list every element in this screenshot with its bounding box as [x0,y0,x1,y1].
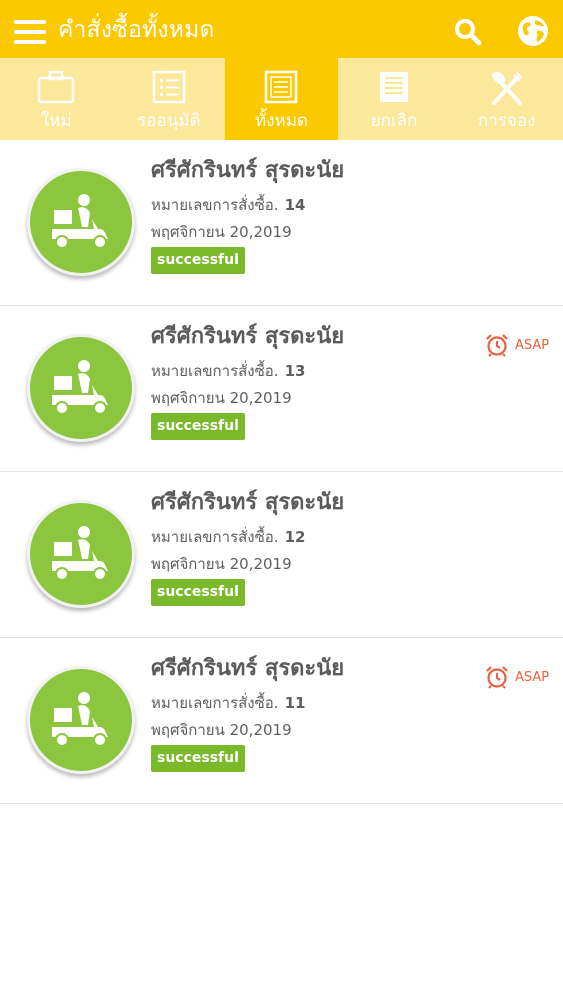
search-icon[interactable] [453,17,483,47]
document-icon [265,70,298,104]
status-badge: successful [151,247,245,274]
app-bar: คำสั่งซื้อทั้งหมด [0,0,563,58]
order-number-label: หมายเลขการสั่งซื้อ. [151,528,279,546]
globe-icon[interactable] [517,15,549,47]
order-number-line: หมายเลขการสั่งซื้อ. 12 [151,527,305,547]
order-date: พฤศจิกายน 20,2019 [151,555,292,573]
checklist-icon [152,70,186,104]
order-number-label: หมายเลขการสั่งซื้อ. [151,694,279,712]
order-number-line: หมายเลขการสั่งซื้อ. 11 [151,693,305,713]
order-card[interactable]: ศรีศักรินทร์ สุรดะนัย หมายเลขการสั่งซื้อ… [0,638,563,804]
alarm-clock-icon [486,334,508,357]
order-number-label: หมายเลขการสั่งซื้อ. [151,196,279,214]
customer-name: ศรีศักรินทร์ สุรดะนัย [151,490,345,515]
fork-spoon-icon [491,71,523,105]
delivery-avatar [27,666,135,774]
status-badge: successful [151,579,245,606]
order-date: พฤศจิกายน 20,2019 [151,389,292,407]
tab-label: ทั้งหมด [255,111,308,131]
delivery-avatar [27,168,135,276]
order-number-label: หมายเลขการสั่งซื้อ. [151,362,279,380]
asap-label: ASAP [515,337,550,353]
tab-label: รออนุมัติ [137,111,201,131]
alarm-clock-icon [486,666,508,689]
delivery-scooter-icon [52,692,108,747]
delivery-scooter-icon [52,360,108,415]
tab-label: ใหม่ [40,111,72,131]
asap-label: ASAP [515,669,550,685]
tab-cancelled[interactable]: ยกเลิก [338,58,451,140]
asap-indicator: ASAP [485,665,549,689]
customer-name: ศรีศักรินทร์ สุรดะนัย [151,158,345,183]
asap-indicator: ASAP [485,333,549,357]
order-date: พฤศจิกายน 20,2019 [151,721,292,739]
customer-name: ศรีศักรินทร์ สุรดะนัย [151,656,345,681]
tab-pending[interactable]: รออนุมัติ [113,58,226,140]
delivery-avatar [27,334,135,442]
status-badge: successful [151,413,245,440]
order-card[interactable]: ศรีศักรินทร์ สุรดะนัย หมายเลขการสั่งซื้อ… [0,140,563,306]
order-number: 13 [284,362,306,380]
tab-reservation[interactable]: การจอง [450,58,563,140]
order-list: ศรีศักรินทร์ สุรดะนัย หมายเลขการสั่งซื้อ… [0,140,563,804]
order-card[interactable]: ศรีศักรินทร์ สุรดะนัย หมายเลขการสั่งซื้อ… [0,306,563,472]
notepad-icon [380,72,409,102]
briefcase-icon [38,70,75,104]
customer-name: ศรีศักรินทร์ สุรดะนัย [151,324,345,349]
tab-label: การจอง [477,111,536,131]
status-badge: successful [151,745,245,772]
order-number-line: หมายเลขการสั่งซื้อ. 14 [151,195,305,215]
tab-all[interactable]: ทั้งหมด [225,58,338,140]
page-title: คำสั่งซื้อทั้งหมด [58,17,215,43]
tab-new[interactable]: ใหม่ [0,58,113,140]
order-number-line: หมายเลขการสั่งซื้อ. 13 [151,361,305,381]
tab-bar: ใหม่ รออนุมัติ ทั้งหมด ยกเลิก การจอง [0,58,563,140]
hamburger-menu-icon[interactable] [14,20,46,46]
order-number: 14 [284,196,306,214]
delivery-scooter-icon [52,526,108,581]
tab-label: ยกเลิก [370,111,418,131]
order-date: พฤศจิกายน 20,2019 [151,223,292,241]
order-number: 11 [284,694,306,712]
delivery-scooter-icon [52,194,108,249]
delivery-avatar [27,500,135,608]
order-number: 12 [284,528,306,546]
order-card[interactable]: ศรีศักรินทร์ สุรดะนัย หมายเลขการสั่งซื้อ… [0,472,563,638]
